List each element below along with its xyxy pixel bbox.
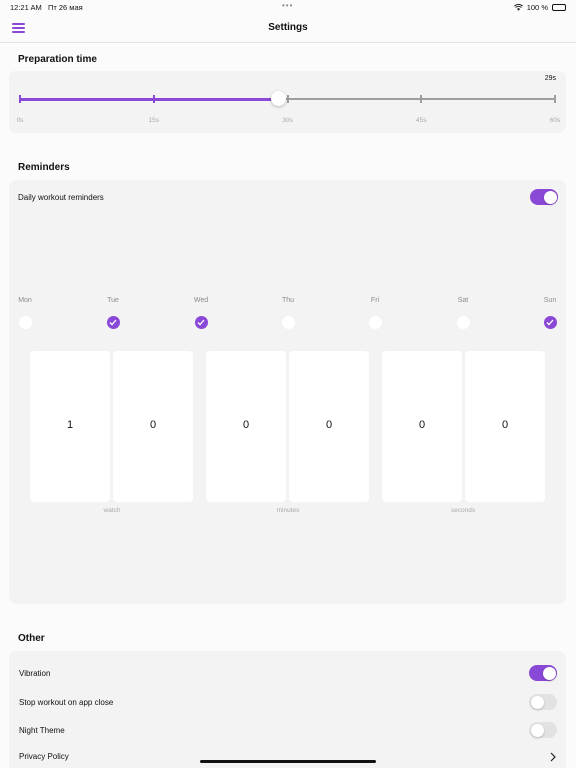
day-label-fri: Fri bbox=[370, 297, 380, 304]
other-card: Privacy Policy Vibration Stop workout on … bbox=[9, 651, 566, 768]
slider-tick-label: 0s bbox=[16, 117, 24, 124]
slider-tick-label: 60s bbox=[549, 117, 561, 124]
time-digit: 0 bbox=[242, 419, 250, 431]
slider-tick bbox=[152, 95, 155, 103]
time-digit: 0 bbox=[501, 419, 509, 431]
day-checkbox-fri[interactable] bbox=[368, 316, 382, 329]
multitasking-dots[interactable]: ••• bbox=[282, 1, 293, 10]
home-indicator bbox=[200, 760, 376, 763]
time-digit-box[interactable]: 0 bbox=[465, 351, 545, 502]
preparation-slider-fill bbox=[20, 97, 279, 101]
time-digit: 0 bbox=[418, 419, 426, 431]
preparation-card: 29s 0s 15s 30s 45s 60s bbox=[9, 71, 566, 133]
setting-row-label: Night Theme bbox=[19, 726, 65, 735]
time-digit-box[interactable]: 0 bbox=[382, 351, 462, 502]
time-unit-label: minutes bbox=[276, 507, 300, 514]
slider-tick bbox=[554, 95, 556, 103]
wifi-icon bbox=[513, 4, 523, 11]
setting-toggle[interactable] bbox=[529, 722, 557, 738]
day-label-wed: Wed bbox=[193, 297, 209, 304]
day-label-sun: Sun bbox=[543, 297, 557, 304]
time-digit-box[interactable]: 0 bbox=[206, 351, 286, 502]
preparation-slider-thumb[interactable] bbox=[271, 91, 287, 106]
day-checkbox-thu[interactable] bbox=[281, 316, 295, 329]
status-bar: 12:21 AM Пт 26 мая ••• 100 % bbox=[0, 0, 576, 14]
checkmark-icon bbox=[197, 319, 205, 326]
privacy-policy-label[interactable]: Privacy Policy bbox=[19, 752, 69, 761]
status-date: Пт 26 мая bbox=[47, 3, 83, 12]
slider-tick bbox=[286, 95, 289, 103]
page-title: Settings bbox=[268, 22, 308, 33]
slider-tick-label: 15s bbox=[148, 117, 159, 124]
time-unit-label: watch bbox=[103, 507, 121, 514]
daily-reminders-toggle[interactable] bbox=[530, 189, 558, 205]
day-label-thu: Thu bbox=[281, 297, 295, 304]
time-digit-box[interactable]: 0 bbox=[289, 351, 369, 502]
setting-toggle[interactable] bbox=[529, 694, 557, 710]
time-digit-box[interactable]: 0 bbox=[113, 351, 193, 502]
chevron-right-icon[interactable] bbox=[550, 752, 556, 762]
status-time: 12:21 AM Пт 26 мая bbox=[10, 3, 83, 12]
setting-toggle[interactable] bbox=[529, 665, 557, 681]
day-checkbox-tue[interactable] bbox=[106, 316, 120, 329]
time-unit-label: seconds bbox=[450, 507, 476, 514]
daily-reminders-label: Daily workout reminders bbox=[18, 193, 104, 202]
day-checkbox-mon[interactable] bbox=[18, 316, 32, 329]
checkmark-icon bbox=[109, 319, 117, 326]
slider-tick bbox=[420, 95, 423, 103]
day-label-sat: Sat bbox=[457, 297, 469, 304]
nav-bar: Settings bbox=[0, 14, 576, 43]
other-section-title: Other bbox=[18, 633, 45, 644]
setting-row-label: Stop workout on app close bbox=[19, 698, 114, 707]
slider-tick-label: 45s bbox=[416, 117, 427, 124]
slider-tick-label: 30s bbox=[282, 117, 293, 124]
reminders-section-title: Reminders bbox=[18, 162, 70, 173]
battery-icon bbox=[552, 4, 566, 11]
battery-percent: 100 % bbox=[526, 3, 548, 12]
day-label-mon: Mon bbox=[18, 297, 32, 304]
setting-row-label: Vibration bbox=[19, 669, 51, 678]
day-label-tue: Tue bbox=[107, 297, 119, 304]
time-digit: 0 bbox=[149, 419, 157, 431]
preparation-slider-track[interactable] bbox=[19, 91, 556, 106]
time-digit-box[interactable]: 1 bbox=[30, 351, 110, 502]
day-checkbox-sun[interactable] bbox=[543, 316, 557, 329]
checkmark-icon bbox=[546, 319, 554, 326]
time-digit: 1 bbox=[66, 419, 74, 431]
day-checkbox-wed[interactable] bbox=[194, 316, 208, 329]
day-checkbox-sat[interactable] bbox=[456, 316, 470, 329]
slider-tick bbox=[19, 95, 21, 103]
preparation-section-title: Preparation time bbox=[18, 54, 97, 65]
time-digit: 0 bbox=[325, 419, 333, 431]
reminders-card: Daily workout reminders Mon Tue Wed Thu Fri S… bbox=[9, 180, 566, 604]
status-right: 100 % bbox=[513, 3, 566, 12]
slider-value-label: 29s bbox=[544, 75, 556, 82]
